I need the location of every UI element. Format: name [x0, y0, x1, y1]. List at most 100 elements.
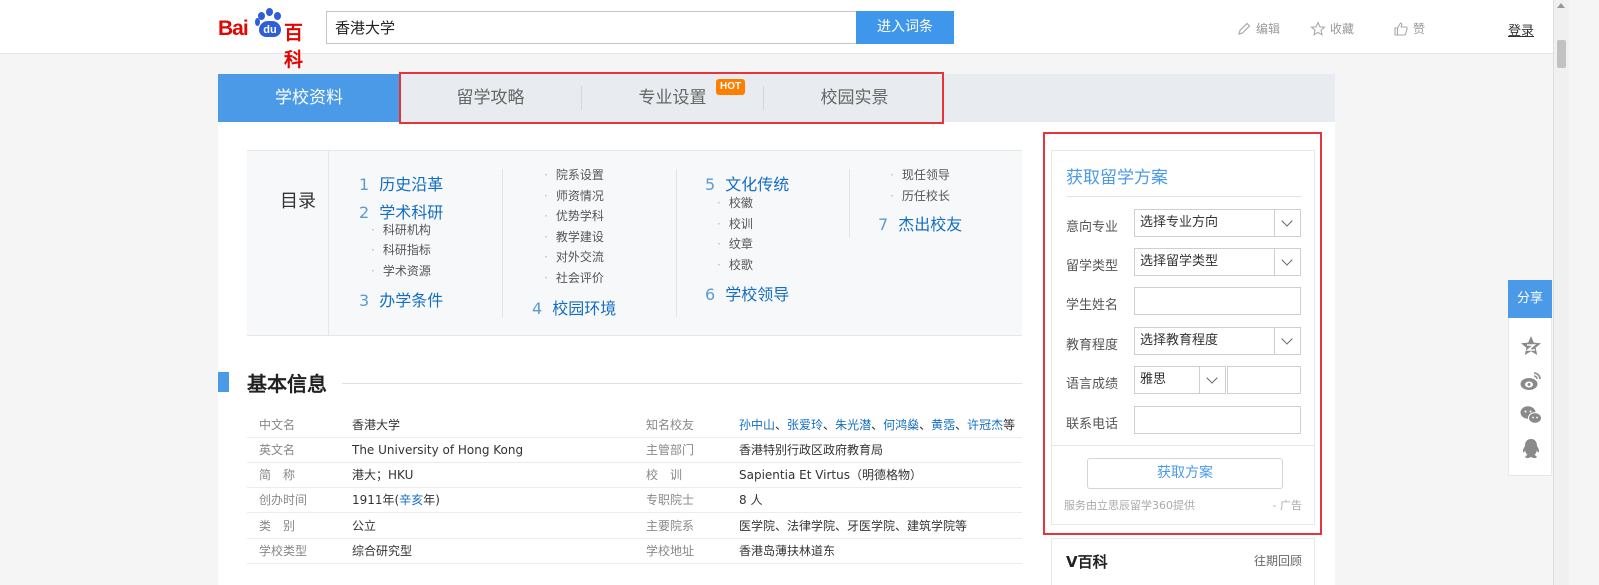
qq-icon[interactable]	[1519, 437, 1543, 461]
catalog-divider	[849, 169, 850, 237]
catalog-subitem[interactable]: 科研指标	[371, 241, 431, 258]
past-issues-link[interactable]: 往期回顾	[1254, 552, 1302, 569]
catalog-item[interactable]: 7 杰出校友	[878, 211, 962, 235]
catalog-item[interactable]: 5 文化传统	[705, 171, 789, 195]
catalog-title: 目录	[247, 151, 329, 335]
catalog-item[interactable]: 6 学校领导	[705, 281, 789, 305]
catalog-item[interactable]: 4 校园环境	[532, 295, 616, 319]
catalog-item[interactable]: 2 学术科研	[359, 199, 443, 223]
info-key: 学校地址	[646, 544, 695, 558]
catalog-subitem[interactable]: 优势学科	[544, 207, 604, 224]
share-bar: 分享	[1508, 280, 1552, 476]
search-input[interactable]	[335, 12, 849, 43]
info-value: Sapientia Et Virtus（明德格物）	[739, 468, 922, 482]
catalog-subitem[interactable]: 校歌	[717, 256, 753, 273]
info-row: 创办时间 1911年(辛亥年) 专职院士 8 人	[247, 488, 1022, 513]
alumni-link[interactable]: 黄霑	[931, 418, 955, 432]
info-key: 知名校友	[646, 418, 695, 432]
scroll-up-arrow-icon[interactable]	[1557, 3, 1565, 8]
list-suffix: 等	[1003, 418, 1016, 432]
info-key: 专职院士	[646, 493, 695, 507]
info-value: 香港大学	[352, 418, 401, 432]
paw-icon: du	[255, 8, 284, 42]
catalog-subitem[interactable]: 纹章	[717, 235, 753, 252]
search-box[interactable]	[326, 11, 857, 44]
list-separator: 、	[823, 418, 836, 432]
info-row: 学校类型 综合研究型 学校地址 香港岛薄扶林道东	[247, 539, 1022, 564]
login-link[interactable]: 登录	[1508, 20, 1534, 39]
edit-label: 编辑	[1256, 22, 1281, 36]
catalog-subitem[interactable]: 现任领导	[890, 166, 950, 183]
info-row: 英文名 The University of Hong Kong 主管部门 香港特…	[247, 438, 1022, 463]
wechat-icon[interactable]	[1519, 403, 1543, 427]
alumni-list: 孙中山、张爱玲、朱光潜、何鸿燊、黄霑、许冠杰等	[739, 413, 1015, 438]
logo-du: du	[259, 21, 281, 37]
highlight-box-tabs	[399, 72, 944, 124]
info-key: 中文名	[259, 418, 296, 432]
alumni-link[interactable]: 何鸿燊	[883, 418, 919, 432]
collect-label: 收藏	[1330, 22, 1355, 36]
list-separator: 、	[919, 418, 932, 432]
xinhai-link[interactable]: 辛亥	[399, 493, 423, 507]
scrollbar[interactable]	[1553, 0, 1569, 585]
list-separator: 、	[955, 418, 968, 432]
catalog-subitem[interactable]: 对外交流	[544, 248, 604, 265]
section-marker	[218, 372, 229, 392]
info-value: 综合研究型	[352, 544, 413, 558]
catalog-item[interactable]: 3 办学条件	[359, 287, 443, 311]
tab-school-info[interactable]: 学校资料	[218, 74, 400, 122]
scrollbar-thumb[interactable]	[1557, 40, 1566, 68]
info-key: 学校类型	[259, 544, 308, 558]
v-baike-title: V百科	[1066, 553, 1108, 571]
enter-entry-button[interactable]: 进入词条	[856, 11, 954, 44]
alumni-link[interactable]: 许冠杰	[967, 418, 1003, 432]
info-key: 英文名	[259, 443, 296, 457]
info-key: 主要院系	[646, 519, 695, 533]
list-separator: 、	[775, 418, 788, 432]
qzone-icon[interactable]	[1519, 334, 1543, 358]
logo-bai: Bai	[218, 17, 249, 40]
info-row: 中文名 香港大学 知名校友 孙中山、张爱玲、朱光潜、何鸿燊、黄霑、许冠杰等	[247, 413, 1022, 438]
collect-button[interactable]: 收藏	[1310, 20, 1354, 37]
catalog: 目录 1历史沿革 2学术科研 科研机构 科研指标 学术资源 3办学条件 院系设置…	[247, 150, 1022, 336]
catalog-subitem[interactable]: 校徽	[717, 194, 753, 211]
info-value: 公立	[352, 519, 377, 533]
catalog-subitem[interactable]: 院系设置	[544, 166, 604, 183]
catalog-item[interactable]: 1 历史沿革	[359, 171, 443, 195]
info-key: 创办时间	[259, 493, 308, 507]
catalog-subitem[interactable]: 教学建设	[544, 228, 604, 245]
share-label[interactable]: 分享	[1508, 280, 1552, 318]
catalog-subitem[interactable]: 师资情况	[544, 187, 604, 204]
star-icon	[1310, 20, 1326, 36]
weibo-icon[interactable]	[1519, 369, 1543, 393]
thumbs-up-icon	[1394, 21, 1408, 36]
founded-value: 1911年(辛亥年)	[352, 493, 440, 507]
baidu-baike-logo[interactable]: Bai du 百科	[218, 8, 320, 71]
info-value: 香港岛薄扶林道东	[739, 544, 836, 558]
section-divider	[342, 383, 1022, 384]
catalog-divider	[676, 169, 677, 317]
alumni-link[interactable]: 孙中山	[739, 418, 775, 432]
alumni-link[interactable]: 朱光潜	[835, 418, 871, 432]
alumni-link[interactable]: 张爱玲	[787, 418, 823, 432]
pencil-icon	[1238, 22, 1251, 35]
catalog-subitem[interactable]: 社会评价	[544, 269, 604, 286]
catalog-subitem[interactable]: 学术资源	[371, 262, 431, 279]
highlight-box-form	[1043, 132, 1322, 535]
catalog-subitem[interactable]: 科研机构	[371, 221, 431, 238]
like-button[interactable]: 赞	[1393, 20, 1425, 37]
info-key: 校 训	[646, 468, 683, 482]
info-key: 简 称	[259, 468, 296, 482]
catalog-subitem[interactable]: 历任校长	[890, 187, 950, 204]
section-title-basic-info: 基本信息	[247, 372, 327, 396]
info-value: 医学院、法律学院、牙医学院、建筑学院等	[739, 519, 968, 533]
edit-button[interactable]: 编辑	[1236, 20, 1280, 37]
info-key: 类 别	[259, 519, 296, 533]
catalog-divider	[502, 169, 503, 317]
info-value: The University of Hong Kong	[352, 443, 524, 457]
top-bar: Bai du 百科 进入词条 编辑 收藏 赞 登录	[0, 0, 1553, 71]
catalog-subitem[interactable]: 校训	[717, 215, 753, 232]
info-value: 8 人	[739, 493, 763, 507]
list-separator: 、	[871, 418, 884, 432]
v-baike-box: V百科 往期回顾	[1051, 538, 1315, 585]
